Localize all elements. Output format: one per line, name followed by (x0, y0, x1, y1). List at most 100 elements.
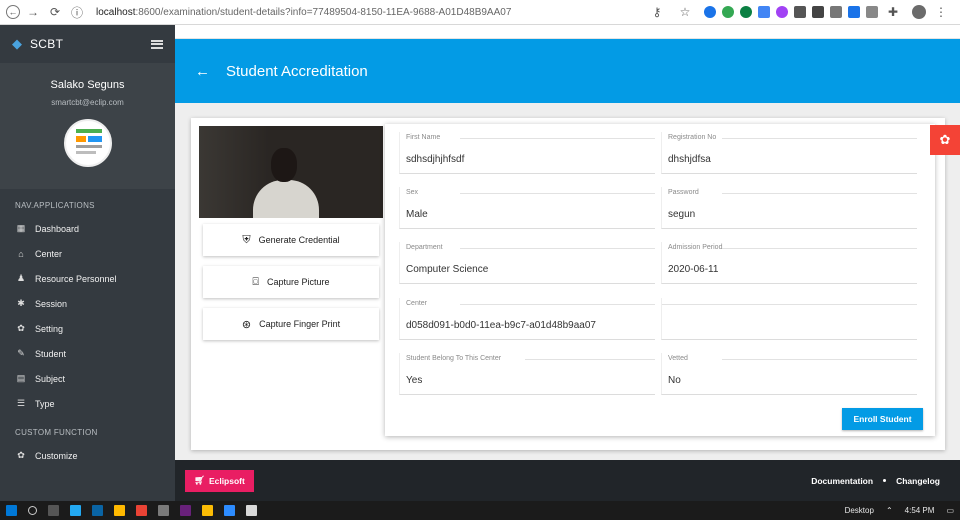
extension-icon[interactable] (848, 6, 860, 18)
enroll-student-button[interactable]: Enroll Student (842, 408, 923, 430)
field-label: Password (668, 189, 699, 196)
brand: ◆ SCBT (0, 25, 175, 63)
extension-icon[interactable] (866, 6, 878, 18)
belong-to-center-field[interactable]: Student Belong To This Center Yes (399, 353, 655, 395)
key-icon[interactable]: ⚷ (648, 3, 666, 21)
password-field[interactable]: Password segun (661, 187, 917, 229)
vetted-field[interactable]: Vetted No (661, 353, 917, 395)
system-tray: Desktop ⌃ 4:54 PM ▭ (845, 506, 954, 515)
content-card: ⛨ Generate Credential ⌼ Capture Picture … (191, 118, 945, 450)
shield-icon: ⛨ (242, 233, 251, 246)
search-icon[interactable] (28, 506, 37, 515)
field-label: Student Belong To This Center (406, 355, 502, 362)
back-nav-icon[interactable]: ← (6, 5, 20, 19)
generate-credential-button[interactable]: ⛨ Generate Credential (203, 224, 379, 256)
sex-field[interactable]: Sex Male (399, 187, 655, 229)
cart-icon: 🛒︎ (194, 475, 205, 485)
empty-field[interactable] (661, 298, 917, 340)
browser-toolbar: ← → ⟳ ⓘ localhost:8600/examination/stude… (0, 0, 960, 25)
field-value: Computer Science (406, 264, 489, 275)
separator-dot (883, 479, 887, 482)
taskbar: Desktop ⌃ 4:54 PM ▭ (0, 501, 960, 520)
first-name-field[interactable]: First Name sdhsdjhjhfsdf (399, 132, 655, 174)
sidebar-item-session[interactable]: ✱ Session (0, 291, 175, 316)
chevron-up-icon[interactable]: ⌃ (886, 506, 893, 515)
desktop-label[interactable]: Desktop (845, 506, 874, 515)
changelog-link[interactable]: Changelog (896, 476, 940, 486)
extension-icon[interactable] (740, 6, 752, 18)
windows-start-icon[interactable] (6, 505, 17, 516)
extension-icon[interactable] (776, 6, 788, 18)
extension-icon[interactable] (830, 6, 842, 18)
app-icon[interactable] (224, 505, 235, 516)
address-bar[interactable]: localhost:8600/examination/student-detai… (96, 7, 616, 18)
chrome-icon[interactable] (136, 505, 147, 516)
brand-logo-icon: ◆ (12, 36, 22, 51)
visual-studio-icon[interactable] (180, 505, 191, 516)
puzzle-icon[interactable]: ✚ (884, 3, 902, 21)
field-value: Yes (406, 375, 423, 386)
extension-icon[interactable] (722, 6, 734, 18)
sidebar-item-label: Subject (35, 373, 66, 384)
field-line (722, 138, 917, 139)
sidebar-item-subject[interactable]: ▤ Subject (0, 366, 175, 391)
profile-avatar[interactable] (912, 5, 926, 19)
field-value: 2020-06-11 (668, 264, 719, 275)
url-path: :8600/examination/student-details?info=7… (135, 6, 512, 18)
center-field[interactable]: Center d058d091-b0d0-11ea-b9c7-a01d48b9a… (399, 298, 655, 340)
dashboard-icon: ▦ (16, 223, 26, 233)
sidebar-item-setting[interactable]: ✿ Setting (0, 316, 175, 341)
sidebar-item-resource-personnel[interactable]: ♟ Resource Personnel (0, 266, 175, 291)
fingerprint-icon: ⊛ (241, 318, 252, 331)
brand-name: SCBT (30, 37, 64, 51)
capture-fingerprint-button[interactable]: ⊛ Capture Finger Print (203, 308, 379, 340)
clock[interactable]: 4:54 PM (905, 506, 935, 515)
field-value: d058d091-b0d0-11ea-b9c7-a01d48b9aa07 (406, 320, 596, 331)
field-line (722, 359, 917, 360)
avatar[interactable] (63, 119, 112, 167)
settings-fab[interactable]: ✿ (930, 125, 960, 155)
extension-icon[interactable] (704, 6, 716, 18)
sidebar-item-label: Resource Personnel (35, 273, 117, 284)
menu-dots-icon[interactable]: ⋮ (932, 3, 950, 21)
bookmark-star-icon[interactable]: ☆ (676, 3, 694, 21)
extension-icon[interactable] (812, 6, 824, 18)
sidebar-item-type[interactable]: ☰ Type (0, 391, 175, 416)
task-view-icon[interactable] (48, 505, 59, 516)
documentation-link[interactable]: Documentation (811, 476, 873, 486)
field-line (460, 138, 655, 139)
sidebar-item-label: Student (35, 348, 67, 359)
sidebar-item-label: Session (35, 298, 68, 309)
notification-icon[interactable]: ▭ (946, 506, 954, 515)
back-arrow-icon[interactable]: ← (195, 63, 210, 80)
sidebar-item-label: Customize (35, 450, 78, 461)
department-field[interactable]: Department Computer Science (399, 242, 655, 284)
admission-period-field[interactable]: Admission Period 2020-06-11 (661, 242, 917, 284)
reload-icon[interactable]: ⟳ (46, 3, 64, 21)
eclipsoft-button[interactable]: 🛒︎ Eclipsoft (185, 469, 254, 492)
footer-links: Documentation Changelog (811, 476, 940, 486)
explorer-icon[interactable] (114, 505, 125, 516)
camera-icon: ⌼ (252, 275, 260, 288)
info-icon[interactable]: ⓘ (68, 3, 86, 21)
capture-picture-button[interactable]: ⌼ Capture Picture (203, 266, 379, 298)
app-icon[interactable] (246, 505, 257, 516)
edge-icon[interactable] (92, 505, 103, 516)
list-icon: ☰ (16, 398, 26, 408)
vscode-icon[interactable] (70, 505, 81, 516)
app-icon[interactable] (158, 505, 169, 516)
user-email: smartcbt@eclip.com (51, 98, 124, 107)
hamburger-menu-icon[interactable] (151, 39, 163, 49)
eclipsoft-label: Eclipsoft (208, 475, 245, 486)
app-icon[interactable] (202, 505, 213, 516)
user-name: Salako Seguns (50, 79, 125, 91)
home-icon: ⌂ (18, 248, 24, 259)
registration-no-field[interactable]: Registration No dhshjdfsa (661, 132, 917, 174)
extension-icon[interactable] (758, 6, 770, 18)
extension-icon[interactable] (794, 6, 806, 18)
sidebar-item-dashboard[interactable]: ▦ Dashboard (0, 216, 175, 241)
sidebar-item-student[interactable]: ✎ Student (0, 341, 175, 366)
sidebar-item-center[interactable]: ⌂ Center (0, 241, 175, 266)
person-icon: ♟ (16, 273, 26, 283)
forward-nav-icon[interactable]: → (24, 3, 42, 21)
